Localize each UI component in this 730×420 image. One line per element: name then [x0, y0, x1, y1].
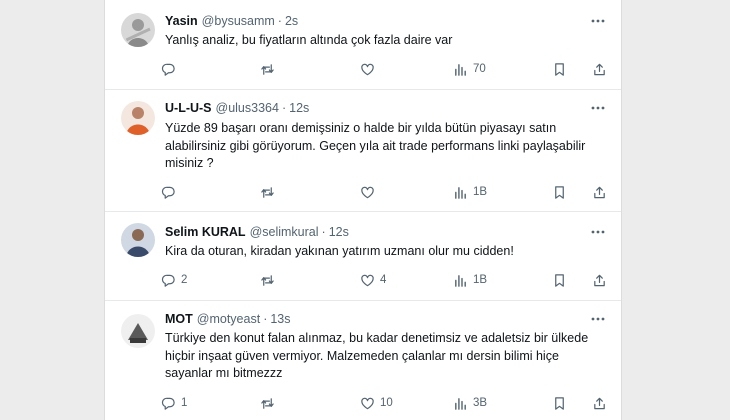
author-handle[interactable]: @bysusamm [202, 14, 275, 28]
views-icon [455, 63, 466, 76]
bookmark-button[interactable] [552, 394, 567, 412]
retweet-icon [261, 63, 274, 75]
more-dots-icon[interactable] [591, 225, 605, 239]
tweet-header: Selim KURAL @selimkural · 12s [165, 225, 349, 239]
tweet[interactable]: U-L-U-S @ulus3364 · 12s Yüzde 89 başarı ora… [105, 89, 621, 212]
action-bar: 1B [161, 183, 611, 201]
tweet-text: Kira da oturan, kiradan yakınan yatırım … [165, 244, 514, 258]
views-count: 70 [473, 63, 486, 75]
tweet-feed: Yasin @bysusamm · 2s Yanlış analiz, bu fiya… [104, 0, 622, 420]
retweet-button[interactable] [260, 394, 280, 412]
views-icon [455, 397, 466, 410]
views-button[interactable]: 70 [453, 60, 486, 78]
separator: · [281, 101, 287, 115]
share-icon [594, 63, 605, 75]
reply-icon [161, 274, 175, 287]
tweet-text: Yanlış analiz, bu fiyatların altında çok… [165, 33, 453, 47]
share-button[interactable] [592, 183, 607, 201]
like-count: 10 [380, 397, 393, 409]
tweet-text: Türkiye den konut falan alınmaz, bu kada… [165, 331, 589, 380]
reply-count: 2 [181, 274, 188, 286]
timestamp[interactable]: 12s [329, 225, 349, 239]
retweet-button[interactable] [260, 271, 280, 289]
like-icon [361, 186, 374, 198]
more-dots-icon[interactable] [591, 312, 605, 326]
share-button[interactable] [592, 271, 607, 289]
bookmark-icon [555, 396, 564, 410]
timestamp[interactable]: 12s [289, 101, 309, 115]
reply-count: 1 [181, 397, 188, 409]
like-button[interactable] [360, 60, 380, 78]
reply-icon [161, 397, 175, 410]
views-count: 1B [473, 186, 488, 198]
tweet-header: MOT @motyeast · 13s [165, 312, 291, 326]
author-name[interactable]: U-L-U-S [165, 101, 212, 115]
like-icon [361, 397, 374, 409]
reply-button[interactable]: 2 [161, 271, 187, 289]
retweet-icon [261, 397, 274, 409]
tweet[interactable]: MOT @motyeast · 13s Türkiye den konut falan… [105, 300, 621, 420]
tweet[interactable]: Yasin @bysusamm · 2s Yanlış analiz, bu fiya… [105, 0, 621, 90]
bookmark-button[interactable] [552, 271, 567, 289]
retweet-button[interactable] [260, 60, 280, 78]
views-icon [455, 274, 466, 287]
author-handle[interactable]: @motyeast [197, 312, 260, 326]
bookmark-icon [555, 185, 564, 199]
views-icon [455, 186, 466, 199]
views-button[interactable]: 1B [453, 271, 487, 289]
avatar[interactable] [121, 314, 155, 348]
views-button[interactable]: 1B [453, 183, 487, 201]
action-bar: 70 [161, 60, 611, 78]
more-dots-icon[interactable] [591, 14, 605, 28]
share-button[interactable] [592, 60, 607, 78]
author-name[interactable]: Yasin [165, 14, 198, 28]
timestamp[interactable]: 13s [270, 312, 290, 326]
share-icon [594, 186, 605, 198]
retweet-button[interactable] [260, 183, 280, 201]
views-count: 1B [473, 274, 488, 286]
like-icon [361, 63, 374, 75]
views-count: 3B [473, 397, 488, 409]
tweet-text: Yüzde 89 başarı oranı demişsiniz o halde… [165, 121, 586, 170]
bookmark-icon [555, 273, 564, 287]
like-count: 4 [380, 274, 387, 286]
author-name[interactable]: MOT [165, 312, 193, 326]
separator: · [277, 14, 282, 28]
bookmark-button[interactable] [552, 183, 567, 201]
author-handle[interactable]: @ulus3364 [216, 101, 279, 115]
author-handle[interactable]: @selimkural [250, 225, 319, 239]
reply-icon [161, 63, 175, 76]
avatar[interactable] [121, 13, 155, 47]
action-bar: 1 10 3B [161, 394, 611, 412]
bookmark-button[interactable] [552, 60, 567, 78]
reply-icon [161, 186, 175, 199]
timestamp[interactable]: 2s [285, 14, 298, 28]
share-icon [594, 397, 605, 409]
separator: · [263, 312, 268, 326]
retweet-icon [261, 186, 274, 198]
avatar[interactable] [121, 223, 155, 257]
like-button[interactable] [360, 183, 380, 201]
author-name[interactable]: Selim KURAL [165, 225, 246, 239]
share-button[interactable] [592, 394, 607, 412]
reply-button[interactable] [161, 60, 181, 78]
bookmark-icon [555, 62, 564, 76]
share-icon [594, 274, 605, 286]
tweet-header: Yasin @bysusamm · 2s [165, 14, 298, 28]
separator: · [321, 225, 326, 239]
reply-button[interactable]: 1 [161, 394, 187, 412]
retweet-icon [261, 274, 274, 286]
like-icon [361, 274, 374, 286]
like-button[interactable]: 10 [360, 394, 393, 412]
more-dots-icon[interactable] [591, 101, 605, 115]
like-button[interactable]: 4 [360, 271, 386, 289]
reply-button[interactable] [161, 183, 181, 201]
views-button[interactable]: 3B [453, 394, 487, 412]
tweet[interactable]: Selim KURAL @selimkural · 12s Kira da otura… [105, 211, 621, 301]
avatar[interactable] [121, 101, 155, 135]
tweet-header: U-L-U-S @ulus3364 · 12s [165, 101, 309, 115]
action-bar: 2 4 1B [161, 271, 611, 289]
